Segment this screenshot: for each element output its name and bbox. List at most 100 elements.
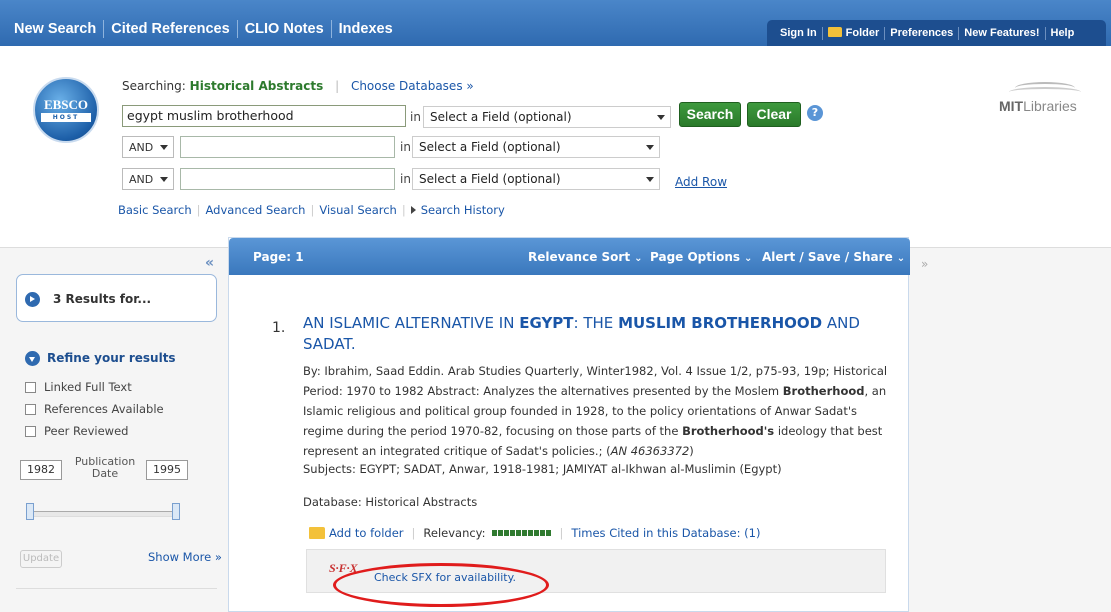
clear-button[interactable]: Clear bbox=[747, 102, 801, 127]
relevancy-label: Relevancy: bbox=[423, 526, 486, 540]
bool-select-2-value: AND bbox=[129, 141, 154, 154]
mit-text: MIT bbox=[999, 98, 1024, 114]
folder-link[interactable]: Folder bbox=[823, 26, 886, 40]
publication-date-label: Publication Date bbox=[74, 456, 136, 480]
utility-nav: Sign In Folder Preferences New Features!… bbox=[767, 20, 1106, 46]
expand-circle-icon bbox=[25, 292, 40, 307]
search-input-1[interactable]: egypt muslim brotherhood bbox=[122, 105, 406, 127]
title-part: : THE bbox=[573, 314, 619, 332]
chevron-down-icon: ⌄ bbox=[634, 253, 643, 264]
result-number: 1. bbox=[272, 320, 286, 336]
result-title-link[interactable]: AN ISLAMIC ALTERNATIVE IN EGYPT: THE MUS… bbox=[303, 313, 893, 355]
folder-icon bbox=[827, 26, 842, 37]
slider-handle-right[interactable] bbox=[172, 503, 180, 520]
preferences-link[interactable]: Preferences bbox=[885, 26, 960, 40]
chevron-down-icon bbox=[160, 145, 168, 150]
filter-peer-reviewed[interactable]: Peer Reviewed bbox=[25, 424, 128, 438]
year-from-input[interactable]: 1982 bbox=[20, 460, 62, 480]
relevance-sort-menu[interactable]: Relevance Sort ⌄ bbox=[528, 250, 642, 264]
chevron-down-icon: ⌄ bbox=[744, 253, 753, 264]
mit-libraries-logo: MITLibraries bbox=[997, 82, 1087, 116]
bool-select-3-value: AND bbox=[129, 173, 154, 186]
nav-new-search[interactable]: New Search bbox=[10, 20, 105, 38]
separator: | bbox=[335, 79, 340, 93]
refine-heading[interactable]: Refine your results bbox=[47, 351, 176, 365]
results-header: Page: 1 Relevance Sort ⌄ Page Options ⌄ Al… bbox=[229, 238, 910, 275]
help-icon[interactable]: ? bbox=[807, 105, 823, 121]
bool-select-2[interactable]: AND bbox=[122, 136, 174, 158]
page-options-menu[interactable]: Page Options ⌄ bbox=[650, 250, 752, 264]
year-to-input[interactable]: 1995 bbox=[146, 460, 188, 480]
search-input-2[interactable] bbox=[180, 136, 395, 158]
chevron-down-icon bbox=[657, 115, 665, 120]
menu-label: Relevance Sort bbox=[528, 250, 631, 264]
field-select-1[interactable]: Select a Field (optional) bbox=[423, 106, 671, 128]
abstract-highlight: Brotherhood's bbox=[682, 424, 775, 438]
in-label-3: in bbox=[400, 172, 411, 186]
results-count-box[interactable]: 3 Results for... bbox=[16, 274, 217, 322]
alert-save-share-menu[interactable]: Alert / Save / Share ⌄ bbox=[762, 250, 905, 264]
chevron-down-icon bbox=[646, 177, 654, 182]
logo-arc bbox=[1009, 87, 1081, 97]
chevron-down-icon bbox=[29, 357, 35, 362]
collapse-left-icon[interactable]: « bbox=[205, 255, 214, 271]
filter-label: Linked Full Text bbox=[44, 380, 132, 394]
visual-search-link[interactable]: Visual Search bbox=[319, 203, 397, 217]
checkbox[interactable] bbox=[25, 426, 36, 437]
red-highlight-oval bbox=[333, 563, 549, 607]
field-select-1-value: Select a Field (optional) bbox=[430, 110, 572, 124]
field-select-2-value: Select a Field (optional) bbox=[419, 140, 561, 154]
title-highlight: EGYPT bbox=[519, 314, 574, 332]
filter-linked-full-text[interactable]: Linked Full Text bbox=[25, 380, 132, 394]
times-cited-link[interactable]: Times Cited in this Database: (1) bbox=[571, 526, 760, 540]
sign-in-link[interactable]: Sign In bbox=[775, 26, 823, 40]
separator: | bbox=[411, 526, 416, 540]
field-select-3-value: Select a Field (optional) bbox=[419, 172, 561, 186]
search-button[interactable]: Search bbox=[679, 102, 741, 127]
slider-handle-left[interactable] bbox=[26, 503, 34, 520]
filter-label: Peer Reviewed bbox=[44, 424, 129, 438]
play-icon bbox=[30, 296, 35, 302]
ebsco-host-logo[interactable]: EBSCO HOST bbox=[33, 77, 99, 143]
filter-references-available[interactable]: References Available bbox=[25, 402, 164, 416]
right-sidebar: » bbox=[909, 248, 1111, 612]
help-link[interactable]: Help bbox=[1046, 27, 1080, 40]
checkbox[interactable] bbox=[25, 382, 36, 393]
basic-search-link[interactable]: Basic Search bbox=[118, 203, 192, 217]
menu-label: Alert / Save / Share bbox=[762, 250, 893, 264]
result-actions: Add to folder | Relevancy: | Times Cited… bbox=[309, 526, 760, 540]
folder-icon[interactable] bbox=[309, 527, 325, 539]
refine-circle-icon[interactable] bbox=[25, 351, 40, 366]
mit-libraries-text: MITLibraries bbox=[999, 98, 1077, 114]
advanced-search-link[interactable]: Advanced Search bbox=[206, 203, 306, 217]
new-features-link[interactable]: New Features! bbox=[959, 26, 1046, 40]
nav-cited-references[interactable]: Cited References bbox=[104, 20, 238, 38]
search-history-link[interactable]: Search History bbox=[421, 203, 505, 217]
separator: | bbox=[310, 203, 315, 217]
in-label-2: in bbox=[400, 140, 411, 154]
expand-right-icon[interactable]: » bbox=[921, 257, 928, 271]
chevron-down-icon: ⌄ bbox=[896, 253, 906, 264]
search-area: EBSCO HOST Searching: Historical Abstrac… bbox=[0, 46, 1111, 248]
choose-databases-link[interactable]: Choose Databases » bbox=[351, 79, 474, 93]
search-input-3[interactable] bbox=[180, 168, 395, 190]
nav-indexes[interactable]: Indexes bbox=[332, 20, 400, 38]
refine-sidebar: « 3 Results for... Refine your results L… bbox=[0, 248, 228, 612]
logo-text: EBSCO bbox=[43, 97, 89, 112]
accession-number: AN 46363372 bbox=[610, 444, 690, 458]
field-select-3[interactable]: Select a Field (optional) bbox=[412, 168, 660, 190]
field-select-2[interactable]: Select a Field (optional) bbox=[412, 136, 660, 158]
update-button[interactable]: Update bbox=[20, 550, 62, 568]
bool-select-3[interactable]: AND bbox=[122, 168, 174, 190]
show-more-link[interactable]: Show More » bbox=[148, 550, 222, 564]
title-highlight: MUSLIM BROTHERHOOD bbox=[618, 314, 823, 332]
separator: | bbox=[559, 526, 564, 540]
date-slider-track[interactable] bbox=[29, 511, 177, 517]
nav-clio-notes[interactable]: CLIO Notes bbox=[238, 20, 332, 38]
add-row-link[interactable]: Add Row bbox=[675, 175, 727, 189]
checkbox[interactable] bbox=[25, 404, 36, 415]
add-to-folder-link[interactable]: Add to folder bbox=[329, 526, 404, 540]
result-database: Database: Historical Abstracts bbox=[303, 495, 478, 509]
abstract-text: ) bbox=[689, 444, 694, 458]
folder-label: Folder bbox=[845, 26, 880, 39]
